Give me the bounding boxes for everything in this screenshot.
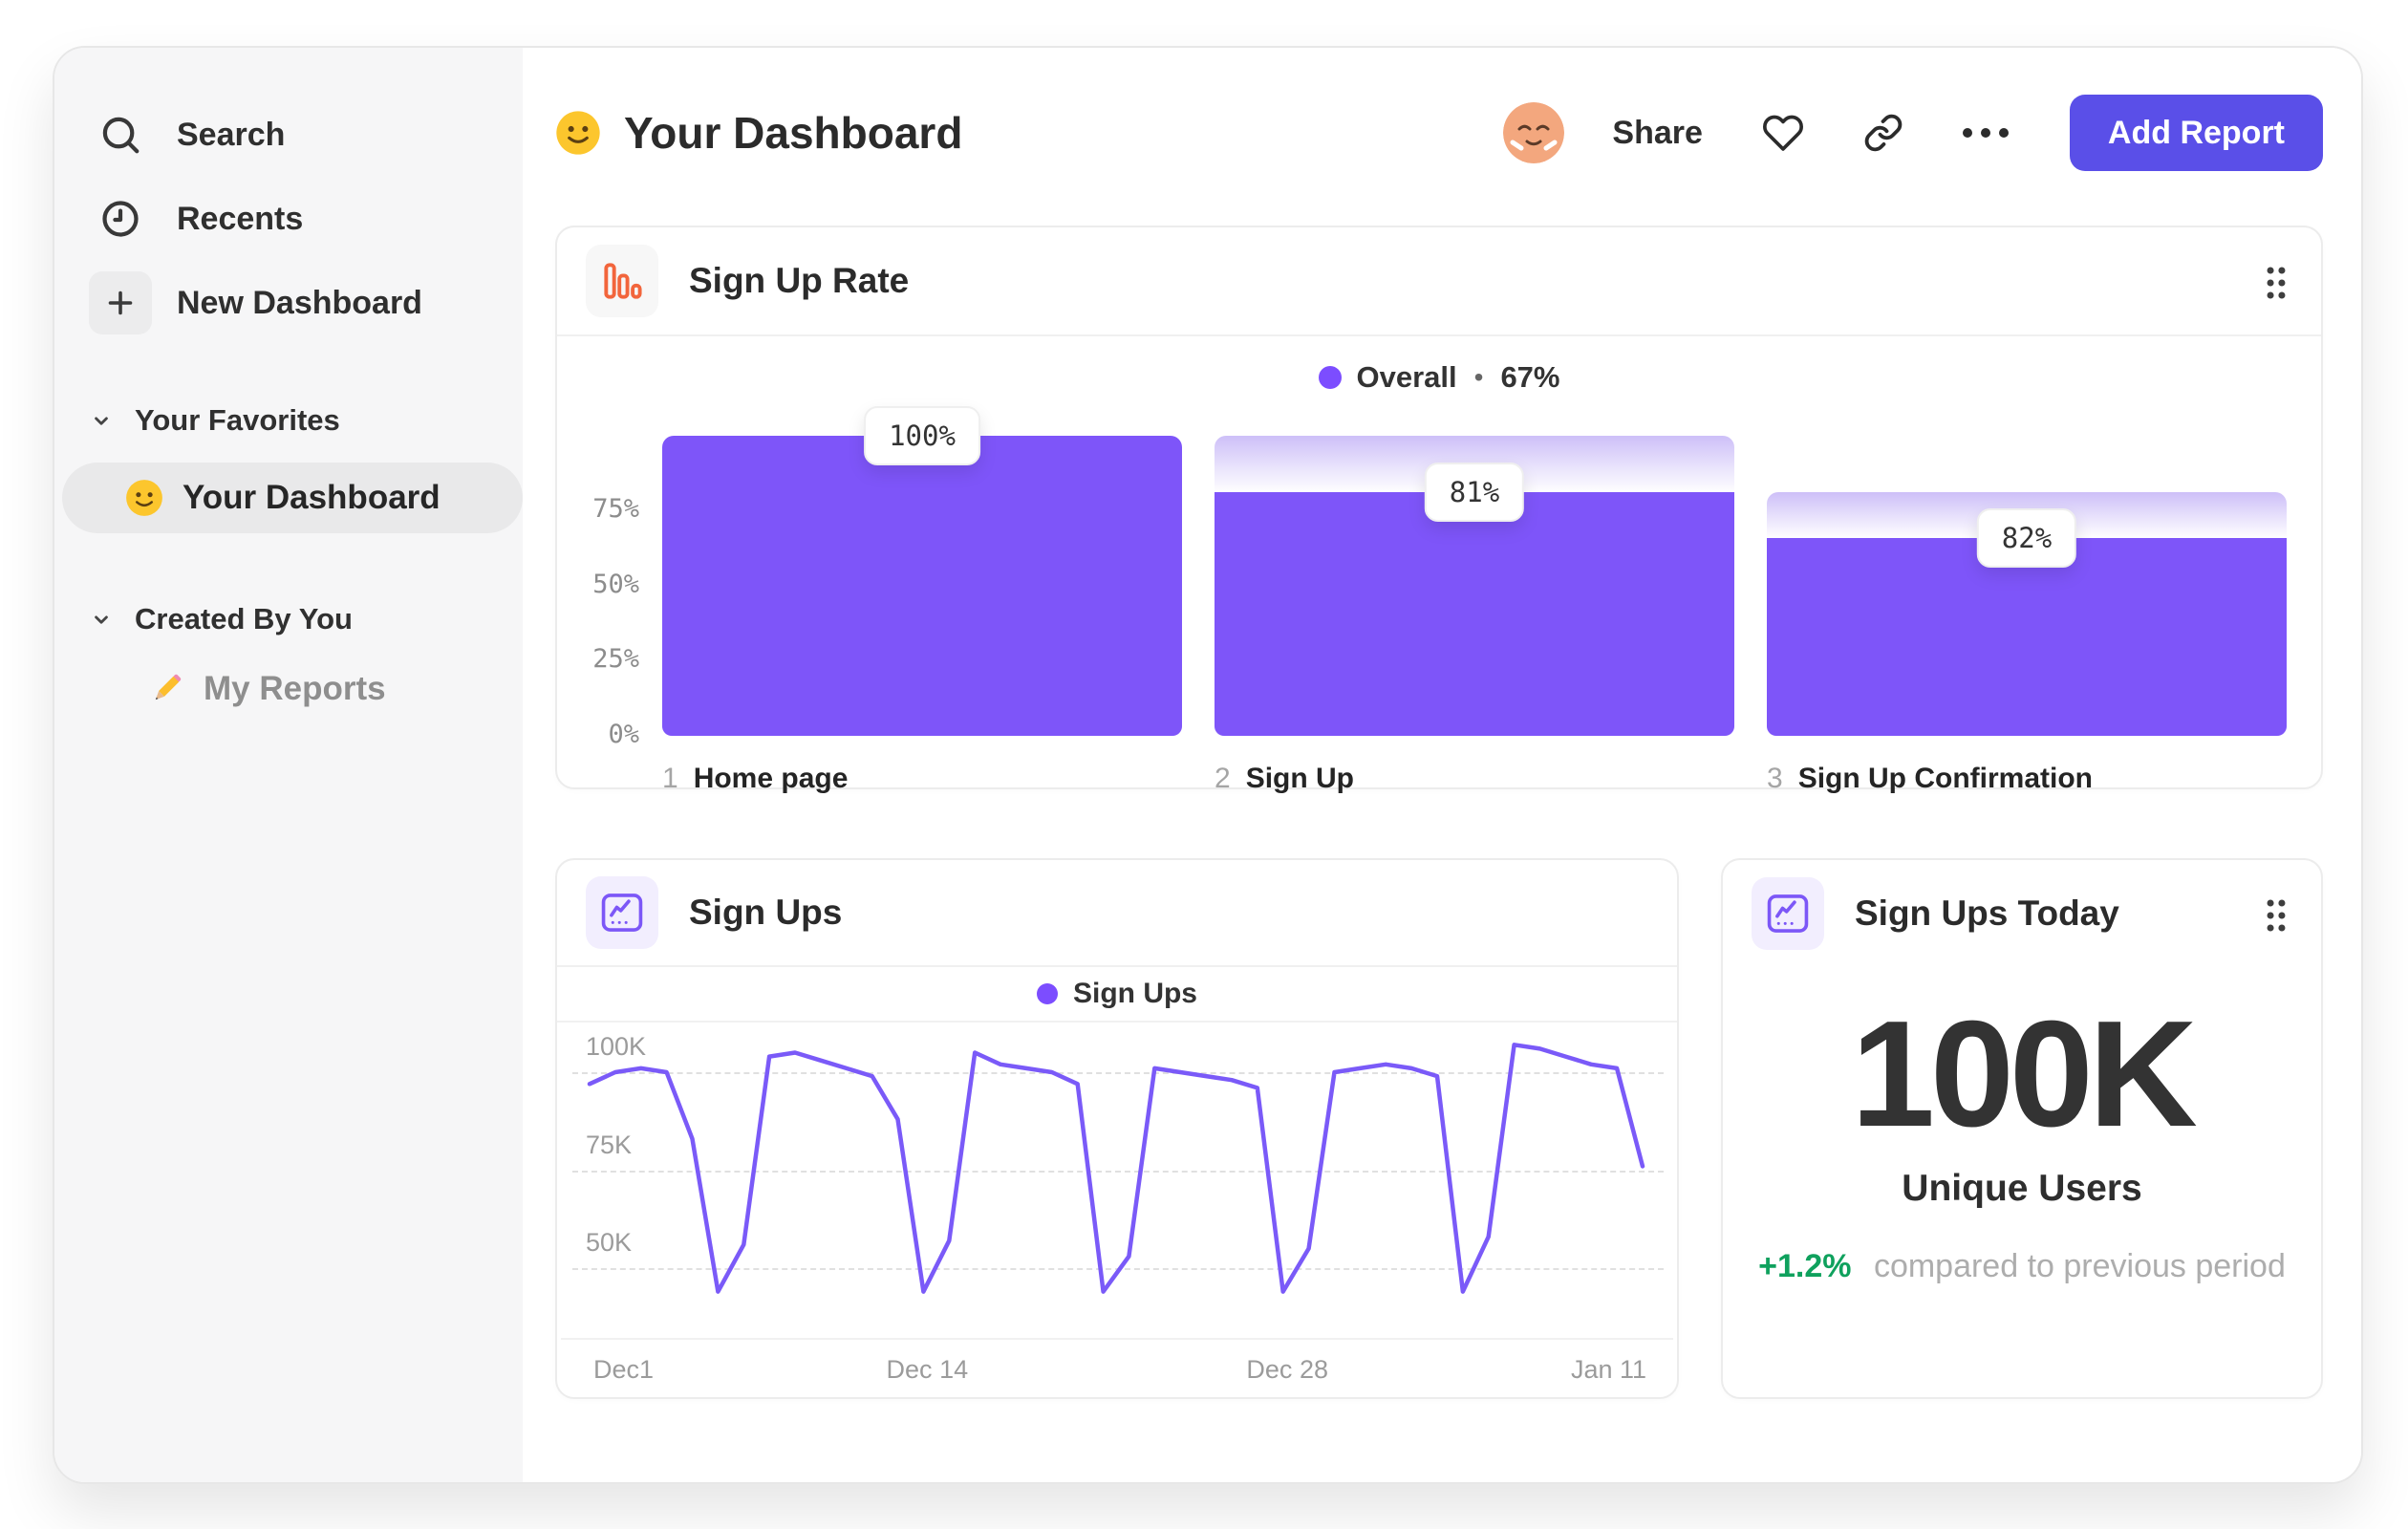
sidebar-item-label: My Reports <box>204 670 386 707</box>
sidebar-item-your-dashboard[interactable]: Your Dashboard <box>62 463 523 533</box>
delta-value: +1.2% <box>1758 1247 1852 1284</box>
legend-dot <box>1036 983 1058 1004</box>
bottom-row: Sign Ups Sign Ups 100K 75K 50K Dec1 Dec 14 D… <box>555 858 2323 1399</box>
plus-icon <box>89 271 152 334</box>
funnel-bar-value-tooltip: 82% <box>1976 507 2077 568</box>
funnel-step-number: 1 <box>662 763 678 794</box>
legend-value: 67% <box>1500 360 1560 394</box>
line-chart-x-axis: Dec1 Dec 14 Dec 28 Jan 11 <box>561 1338 1673 1395</box>
page-title: Your Dashboard <box>624 108 963 158</box>
funnel-bar[interactable] <box>1215 492 1734 736</box>
card-title: Sign Ups <box>689 893 843 932</box>
chevron-down-icon <box>89 607 114 632</box>
pencil-emoji-icon <box>146 669 186 709</box>
sidebar-item-search[interactable]: Search <box>89 103 498 166</box>
avatar[interactable] <box>1503 102 1565 163</box>
funnel-chart-plot[interactable]: 75% 50% 25% 0% 100% 1 Home page 81% 2 Sign Up 82% 3… <box>557 405 2287 803</box>
more-options-ellipsis-icon[interactable] <box>1962 128 2009 138</box>
sidebar-item-recents[interactable]: Recents <box>89 187 498 250</box>
sidebar-section-title: Created By You <box>135 602 353 635</box>
delta-comparison-text: compared to previous period <box>1873 1247 2286 1284</box>
funnel-step-name: Home page <box>693 763 849 794</box>
funnel-step-label: 1 Home page <box>662 763 848 795</box>
sidebar-item-label: Recents <box>177 200 304 237</box>
funnel-y-tick: 0% <box>608 720 639 749</box>
clock-icon <box>89 187 152 250</box>
main-content: Your Dashboard Share Add Report Sign Up … <box>523 48 2361 1482</box>
favorite-heart-icon[interactable] <box>1762 112 1804 154</box>
funnel-bar-column: 100% <box>662 405 1182 736</box>
funnel-bar-column: 81% <box>1215 420 1734 736</box>
funnel-step-number: 2 <box>1215 763 1231 794</box>
page-title-group: Your Dashboard <box>555 107 962 159</box>
big-number-label: Unique Users <box>1902 1167 2142 1209</box>
copy-link-icon[interactable] <box>1863 113 1903 153</box>
line-chart-plot[interactable]: 100K 75K 50K <box>557 1023 1677 1338</box>
funnel-step-label: 2 Sign Up <box>1215 763 1354 795</box>
line-chart-x-tick: Dec 14 <box>886 1355 969 1384</box>
funnel-bar-column: 82% <box>1767 420 2287 736</box>
drag-grip-icon[interactable] <box>2264 896 2289 939</box>
big-number-body: 100K Unique Users +1.2% compared to prev… <box>1723 967 2321 1285</box>
delta-row: +1.2% compared to previous period <box>1723 1248 2321 1285</box>
funnel-step-number: 3 <box>1767 763 1783 794</box>
line-chart-x-tick: Dec 28 <box>1246 1355 1328 1384</box>
line-chart-svg <box>587 1043 1645 1294</box>
legend-label: Sign Ups <box>1072 978 1197 1009</box>
sign-up-rate-card-header: Sign Up Rate <box>557 227 2321 334</box>
funnel-bar[interactable] <box>1767 537 2287 736</box>
line-chart-legend[interactable]: Sign Ups <box>557 967 1677 1023</box>
sign-ups-today-card: Sign Ups Today 100K Unique Users +1.2% c… <box>1721 858 2323 1399</box>
line-chart-icon <box>586 876 658 949</box>
bar-chart-icon <box>586 245 658 317</box>
sidebar-item-label: New Dashboard <box>177 284 422 321</box>
sidebar-section-your-favorites[interactable]: Your Favorites <box>89 403 498 438</box>
legend-label: Overall <box>1356 360 1457 394</box>
line-chart-x-tick: Dec1 <box>593 1355 655 1384</box>
sidebar-item-label: Search <box>177 116 286 153</box>
header-controls: Share Add Report <box>1503 95 2323 171</box>
sidebar-section-created-by-you[interactable]: Created By You <box>89 602 498 636</box>
funnel-bar[interactable] <box>662 435 1182 736</box>
card-title: Sign Up Rate <box>689 261 910 300</box>
funnel-legend[interactable]: Overall • 67% <box>557 357 2321 398</box>
smiley-emoji-icon <box>555 110 601 156</box>
sign-ups-card: Sign Ups Sign Ups 100K 75K 50K Dec1 Dec 14 D… <box>555 858 1679 1399</box>
sign-ups-line-series <box>587 1043 1645 1294</box>
funnel-y-tick: 50% <box>592 569 639 599</box>
sidebar-item-my-reports[interactable]: My Reports <box>89 669 498 709</box>
line-chart-icon <box>1752 877 1824 950</box>
funnel-step-name: Sign Up <box>1245 763 1355 794</box>
sidebar-item-new-dashboard[interactable]: New Dashboard <box>89 271 498 334</box>
legend-separator: • <box>1473 362 1484 392</box>
card-header-divider <box>557 334 2321 336</box>
funnel-bar-value-tooltip: 100% <box>864 405 980 465</box>
line-chart-x-tick: Jan 11 <box>1570 1355 1646 1384</box>
funnel-step-label: 3 Sign Up Confirmation <box>1767 763 2093 795</box>
funnel-bar-value-tooltip: 81% <box>1424 463 1525 523</box>
add-report-button[interactable]: Add Report <box>2069 95 2323 171</box>
page-header: Your Dashboard Share Add Report <box>555 92 2323 174</box>
sign-ups-today-card-header: Sign Ups Today <box>1723 860 2321 967</box>
sign-ups-card-header: Sign Ups <box>557 860 1677 965</box>
drag-grip-icon[interactable] <box>2264 264 2289 307</box>
big-number-value: 100K <box>1851 990 2198 1158</box>
funnel-y-tick: 25% <box>592 644 639 675</box>
app-window: Search Recents New Dashboard Your Favori… <box>53 46 2363 1484</box>
share-button[interactable]: Share <box>1612 115 1703 152</box>
smiley-emoji-icon <box>125 479 163 517</box>
search-icon <box>89 103 152 166</box>
chevron-down-icon <box>89 408 114 433</box>
card-title: Sign Ups Today <box>1855 894 2119 933</box>
legend-dot <box>1318 366 1342 389</box>
funnel-step-name: Sign Up Confirmation <box>1797 763 2093 794</box>
sidebar: Search Recents New Dashboard Your Favori… <box>54 48 523 1482</box>
sidebar-section-title: Your Favorites <box>135 403 340 437</box>
sign-up-rate-card: Sign Up Rate Overall • 67% 75% 50% 25% 0% 10… <box>555 226 2323 794</box>
sidebar-item-label: Your Dashboard <box>183 479 441 516</box>
funnel-y-tick: 75% <box>592 494 639 525</box>
